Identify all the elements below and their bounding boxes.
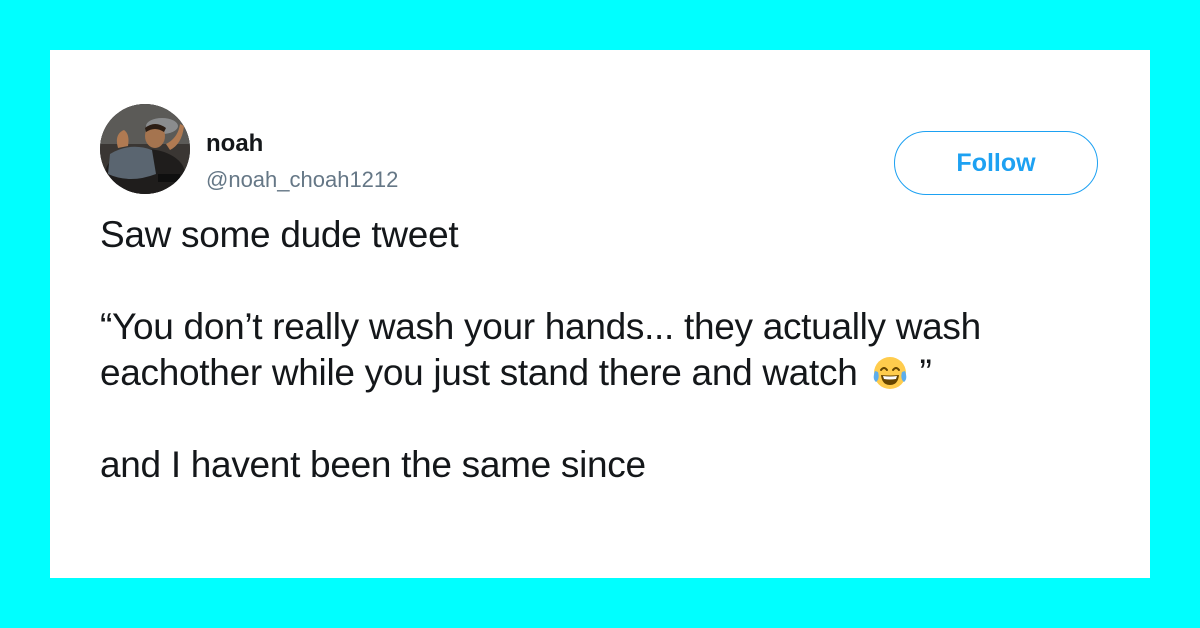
avatar-photo (100, 104, 190, 194)
tweet-quote-close-mark: ” (919, 352, 932, 393)
tweet-card: noah @noah_choah1212 Follow Saw some dud… (50, 50, 1150, 578)
follow-button[interactable]: Follow (894, 131, 1098, 195)
tweet-quote-line-2-text: eachother while you just stand there and… (100, 352, 858, 393)
tweet-line-intro: Saw some dude tweet (100, 214, 459, 255)
tweet-quote-line-1: “You don’t really wash your hands... the… (100, 306, 981, 347)
user-handle[interactable]: @noah_choah1212 (206, 167, 398, 193)
display-name[interactable]: noah (206, 130, 263, 158)
avatar[interactable] (100, 104, 190, 194)
tweet-text: Saw some dude tweet “You don’t really wa… (100, 212, 1110, 488)
tweet-quote-line-2: eachother while you just stand there and… (100, 350, 1110, 396)
face-with-tears-of-joy-icon (872, 355, 908, 391)
tweet-line-closing: and I havent been the same since (100, 444, 646, 485)
